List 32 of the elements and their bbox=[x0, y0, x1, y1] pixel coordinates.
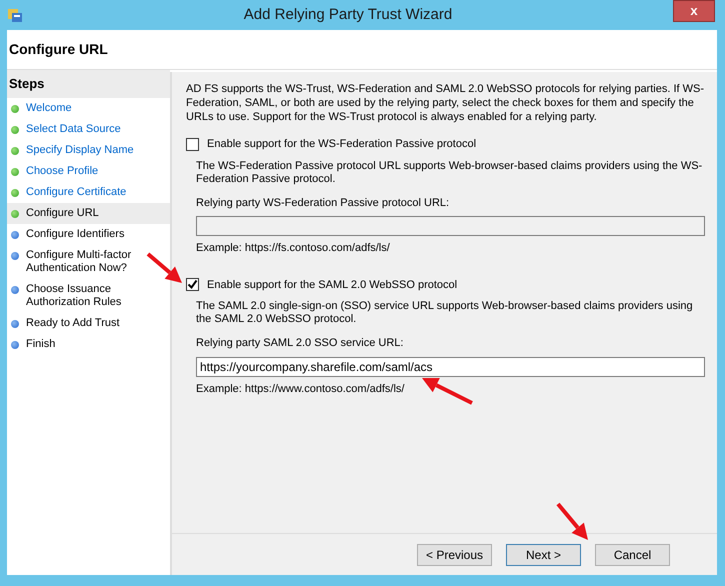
wizard-button[interactable]: < Previous bbox=[417, 544, 492, 566]
annotation-arrow bbox=[146, 252, 182, 283]
steps-heading: Steps bbox=[7, 70, 170, 98]
example-text: Example: https://www.contoso.com/adfs/ls/ bbox=[196, 382, 404, 394]
url-field[interactable]: https://yourcompany.sharefile.com/saml/acs bbox=[196, 356, 705, 376]
wizard-button[interactable]: Next > bbox=[506, 544, 581, 566]
intro-text: AD FS supports the WS-Trust, WS-Federation and SAML 2.0 WebSSO protocols for relying parties. If WS-Federation, SAML, or both are used by the relying party, select the check boxes for them and specify the URLs to use. Support for the WS-Trust protocol is always enabled for a relying party. bbox=[186, 82, 705, 124]
step-item[interactable]: Select Data Source bbox=[7, 118, 170, 140]
description-text: The WS-Federation Passive protocol URL supports Web-browser-based claims providers using the WS-Federation Passive protocol. bbox=[196, 160, 704, 186]
step-item[interactable]: Choose Profile bbox=[7, 160, 170, 182]
example-text: Example: https://fs.contoso.com/adfs/ls/ bbox=[196, 242, 390, 254]
step-item[interactable]: Finish bbox=[7, 334, 170, 354]
checkbox[interactable] bbox=[186, 278, 199, 292]
description-text: The SAML 2.0 single-sign-on (SSO) service URL supports Web-browser-based claims providers using the SAML 2.0 WebSSO protocol. bbox=[196, 300, 694, 326]
annotation-arrow bbox=[422, 378, 473, 405]
annotation-arrow bbox=[556, 502, 588, 540]
field-label: Relying party SAML 2.0 SSO service URL: bbox=[196, 336, 404, 351]
field-label: Relying party WS-Federation Passive protocol URL: bbox=[196, 196, 450, 210]
wizard-button[interactable]: Cancel bbox=[595, 544, 670, 566]
close-button[interactable]: x bbox=[673, 0, 715, 22]
step-item[interactable]: Configure Identifiers bbox=[7, 224, 170, 244]
checkbox-label[interactable]: Enable support for the SAML 2.0 WebSSO protocol bbox=[207, 276, 458, 293]
page-title: Configure URL bbox=[8, 40, 108, 59]
step-item[interactable]: Configure URL bbox=[7, 202, 170, 224]
step-item[interactable]: Ready to Add Trust bbox=[7, 312, 170, 334]
step-item[interactable]: Configure Certificate bbox=[7, 182, 170, 202]
step-item[interactable]: Choose Issuance Authorization Rules bbox=[7, 278, 170, 312]
step-item[interactable]: Welcome bbox=[7, 98, 170, 118]
wizard-icon bbox=[7, 7, 23, 23]
step-item[interactable]: Configure Multi-factor Authentication Now? bbox=[7, 244, 170, 278]
window-title: Add Relying Party Trust Wizard bbox=[242, 4, 454, 25]
step-item[interactable]: Specify Display Name bbox=[7, 140, 170, 160]
